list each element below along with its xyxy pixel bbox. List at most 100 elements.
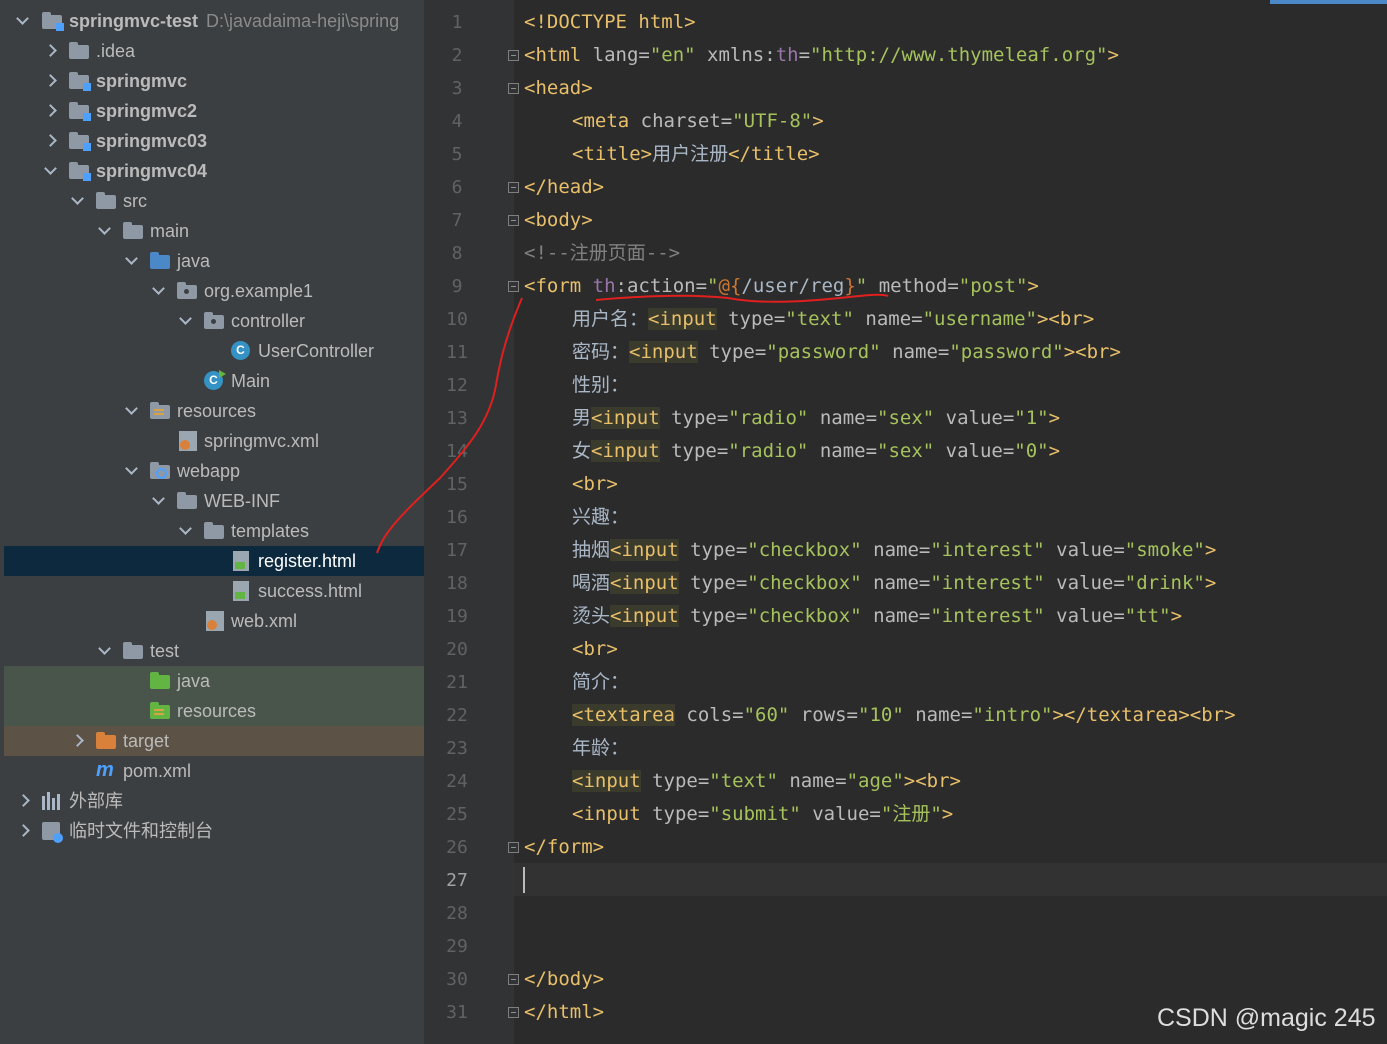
tree-item-label: .idea [96,41,136,61]
tree-item-label: java [177,671,211,691]
tree-item-springmvc2[interactable]: springmvc2 [4,96,424,126]
fold-marker-icon[interactable] [508,83,519,94]
code-token: <meta [572,110,630,132]
tree-item-web-inf[interactable]: WEB-INF [4,486,424,516]
spring-xml-file-icon [179,431,197,451]
tree-item-test[interactable]: test [4,636,424,666]
folder-icon [204,522,224,539]
html-file-icon [233,551,249,571]
fold-marker-icon[interactable] [508,50,519,61]
fold-marker-icon[interactable] [508,182,519,193]
text-caret [523,867,525,893]
tree-item-label: springmvc2 [96,101,198,121]
tree-item-test-resources[interactable]: resources [4,696,424,726]
tree-item-external-libraries[interactable]: 外部库 [4,786,424,816]
line-number: 2 [451,45,463,66]
chevron-down-icon[interactable] [42,156,58,186]
chevron-right-icon[interactable] [44,36,60,66]
code-token: <html [524,44,582,66]
tree-item-usercontroller[interactable]: C UserController [4,336,424,366]
chevron-down-icon[interactable] [123,396,139,426]
tree-item-main-class[interactable]: C Main [4,366,424,396]
code-token: type= [697,341,767,363]
tree-item-pom-xml[interactable]: m pom.xml [4,756,424,786]
chevron-down-icon[interactable] [96,636,112,666]
test-source-folder-icon [150,672,170,689]
code-token: "tt" [1124,605,1171,627]
tree-item-springmvc04[interactable]: springmvc04 [4,156,424,186]
chevron-down-icon[interactable] [123,246,139,276]
code-token: 简介： [572,671,630,693]
code-token: name= [853,308,923,330]
chevron-right-icon[interactable] [17,816,33,846]
tree-item-springmvc03[interactable]: springmvc03 [4,126,424,156]
chevron-right-icon[interactable] [17,786,33,816]
tree-item-controller[interactable]: controller [4,306,424,336]
line-number: 20 [446,639,468,660]
tree-item-src[interactable]: src [4,186,424,216]
line-number: 31 [446,1002,468,1023]
code-token: 年龄： [572,737,630,759]
tree-item-target[interactable]: target [4,726,424,756]
tree-item-register-html[interactable]: register.html [4,546,424,576]
code-line-15: <br> [572,468,618,501]
tree-item-main-java[interactable]: java [4,246,424,276]
line-number: 14 [446,441,468,462]
code-line-5: <title>用户注册</title> [572,138,820,171]
chevron-right-icon[interactable] [44,66,60,96]
chevron-down-icon[interactable] [150,486,166,516]
code-token: "10" [858,704,904,726]
tree-item-success-html[interactable]: success.html [4,576,424,606]
chevron-right-icon[interactable] [71,726,87,756]
chevron-right-icon[interactable] [44,96,60,126]
line-number: 17 [446,540,468,561]
code-token: </title> [728,143,820,165]
code-token: name= [861,605,931,627]
tree-item-main[interactable]: main [4,216,424,246]
tree-item-idea[interactable]: .idea [4,36,424,66]
java-class-icon: C [231,341,250,360]
tree-item-webapp[interactable]: webapp [4,456,424,486]
fold-marker-icon[interactable] [508,281,519,292]
tree-item-templates[interactable]: templates [4,516,424,546]
web-folder-icon [150,462,170,479]
chevron-down-icon[interactable] [96,216,112,246]
tree-root-springmvc-test[interactable]: springmvc-test D:\javadaima-heji\spring [4,6,424,36]
chevron-down-icon[interactable] [14,6,30,36]
code-token: 用户注册 [652,143,729,165]
code-token: value= [934,440,1015,462]
code-token: 密码： [572,341,630,363]
code-token: lang= [581,44,650,66]
chevron-down-icon[interactable] [177,306,193,336]
tree-item-label: templates [231,521,310,541]
fold-marker-icon[interactable] [508,215,519,226]
code-token: "submit" [709,803,801,825]
chevron-down-icon[interactable] [177,516,193,546]
folder-icon [96,192,116,209]
tree-item-main-resources[interactable]: resources [4,396,424,426]
fold-marker-icon[interactable] [508,842,519,853]
tree-item-scratches[interactable]: 临时文件和控制台 [4,816,424,846]
fold-marker-icon[interactable] [508,1007,519,1018]
tree-item-web-xml[interactable]: web.xml [4,606,424,636]
package-icon [204,312,224,329]
code-token: "注册" [880,803,942,825]
tree-item-org-example1[interactable]: org.example1 [4,276,424,306]
code-token: "interest" [930,572,1045,594]
scratches-icon [42,822,63,843]
code-token: "age" [846,770,904,792]
chevron-right-icon[interactable] [44,126,60,156]
tree-item-test-java[interactable]: java [4,666,424,696]
module-folder-icon [69,162,91,181]
code-token: "UTF-8" [732,110,813,132]
tree-item-springmvc[interactable]: springmvc [4,66,424,96]
chevron-down-icon[interactable] [69,186,85,216]
tree-item-springmvc-xml[interactable]: springmvc.xml [4,426,424,456]
code-token: /user/reg [741,275,845,297]
code-token: </body> [524,968,605,990]
code-token: xmlns: [695,44,776,66]
fold-marker-icon[interactable] [508,974,519,985]
chevron-down-icon[interactable] [123,456,139,486]
chevron-down-icon[interactable] [150,276,166,306]
line-number: 8 [451,243,463,264]
